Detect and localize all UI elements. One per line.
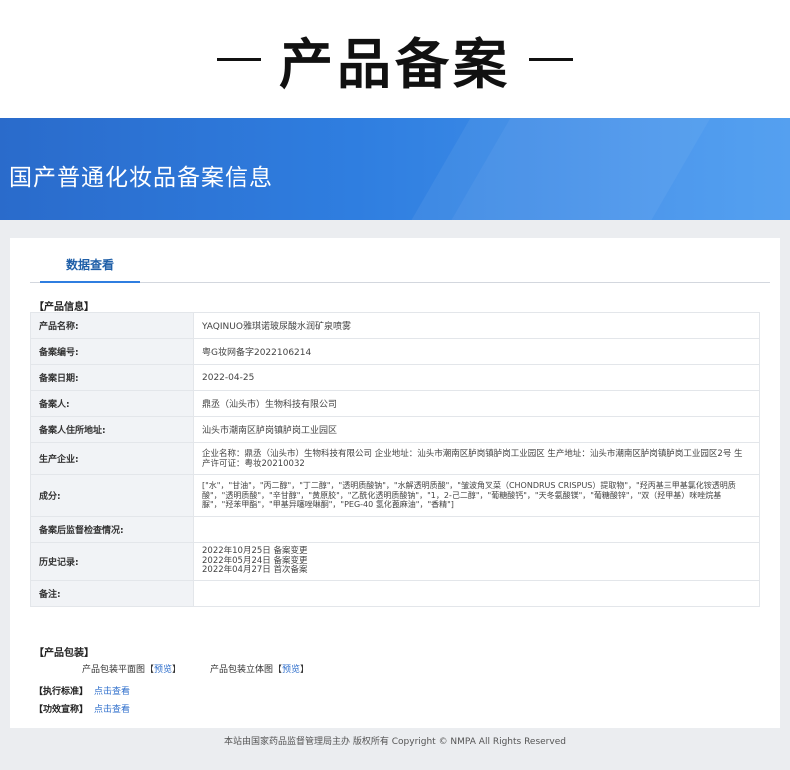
row-label: 备案后监督检查情况: [30,516,194,543]
standard-row: 【执行标准】 点击查看 [34,684,130,697]
history-value: 2022年10月25日 备案变更 2022年05月24日 备案变更 2022年0… [193,542,760,581]
table-row: 备案人: 鼎丞（汕头市）生物科技有限公司 [30,390,760,417]
content-area: 数据查看 【产品信息】 产品名称: YAQINUO雅琪诺玻尿酸水润矿泉喷雾 备案… [0,220,790,770]
bracket-open: 【 [145,665,155,675]
preview-flat-link[interactable]: 预览 [154,665,172,675]
ingredients-value: ["水"，"甘油"，"丙二醇"，"丁二醇"，"透明质酸钠"，"水解透明质酸"，"… [193,474,760,517]
left-dash [217,57,261,61]
table-row: 历史记录: 2022年10月25日 备案变更 2022年05月24日 备案变更 … [30,542,760,581]
tab-bar: 数据查看 [30,256,770,283]
row-label: 备案编号: [30,338,194,365]
bracket-close: 】 [300,665,310,675]
remarks-value [193,580,760,607]
row-label: 备案人住所地址: [30,416,194,443]
registrant-address-value: 汕头市潮南区胪岗镇胪岗工业园区 [193,416,760,443]
efficacy-label: 【功效宣称】 [34,705,89,715]
packaging-item: 产品包装平面图【预览】 [82,662,181,675]
inspection-value [193,516,760,543]
packaging-label: 【产品包装】 [34,648,94,659]
data-card: 数据查看 【产品信息】 产品名称: YAQINUO雅琪诺玻尿酸水润矿泉喷雾 备案… [10,238,780,728]
history-entry: 2022年04月27日 首次备案 [202,565,308,576]
view-standard-link[interactable]: 点击查看 [94,687,130,697]
filing-date-value: 2022-04-25 [193,364,760,391]
packaging-item: 产品包装立体图【预览】 [210,662,309,675]
manufacturer-value: 企业名称：鼎丞（汕头市）生物科技有限公司 企业地址：汕头市潮南区胪岗镇胪岗工业园… [193,442,760,475]
row-label: 历史记录: [30,542,194,581]
registrant-value: 鼎丞（汕头市）生物科技有限公司 [193,390,760,417]
row-label: 生产企业: [30,442,194,475]
page-header: 产品备案 [0,0,790,118]
product-info-table: 产品名称: YAQINUO雅琪诺玻尿酸水润矿泉喷雾 备案编号: 粤G妆网备字20… [30,312,760,607]
row-label: 备案人: [30,390,194,417]
table-row: 备案后监督检查情况: [30,516,760,543]
standard-label: 【执行标准】 [34,687,89,697]
table-row: 备注: [30,580,760,607]
table-row: 成分: ["水"，"甘油"，"丙二醇"，"丁二醇"，"透明质酸钠"，"水解透明质… [30,474,760,517]
view-efficacy-link[interactable]: 点击查看 [94,705,130,715]
table-row: 备案编号: 粤G妆网备字2022106214 [30,338,760,365]
footer-text: 本站由国家药品监督管理局主办 版权所有 Copyright © NMPA All… [224,737,566,747]
banner: 国产普通化妆品备案信息 [0,118,790,220]
right-dash [529,57,573,61]
preview-3d-link[interactable]: 预览 [282,665,300,675]
table-row: 备案日期: 2022-04-25 [30,364,760,391]
packaging-flat-label: 产品包装平面图 [82,665,146,675]
product-name-value: YAQINUO雅琪诺玻尿酸水润矿泉喷雾 [193,312,760,339]
row-label: 备案日期: [30,364,194,391]
table-row: 产品名称: YAQINUO雅琪诺玻尿酸水润矿泉喷雾 [30,312,760,339]
filing-number-value: 粤G妆网备字2022106214 [193,338,760,365]
table-row: 生产企业: 企业名称：鼎丞（汕头市）生物科技有限公司 企业地址：汕头市潮南区胪岗… [30,442,760,475]
bracket-close: 】 [172,665,182,675]
row-label: 成分: [30,474,194,517]
packaging-3d-label: 产品包装立体图 [210,665,274,675]
page-title: 产品备案 [279,32,511,96]
row-label: 备注: [30,580,194,607]
table-row: 备案人住所地址: 汕头市潮南区胪岗镇胪岗工业园区 [30,416,760,443]
row-label: 产品名称: [30,312,194,339]
product-info-label: 【产品信息】 [34,302,94,313]
bracket-open: 【 [273,665,283,675]
efficacy-row: 【功效宣称】 点击查看 [34,702,130,715]
tab-data-view[interactable]: 数据查看 [40,256,140,283]
banner-title: 国产普通化妆品备案信息 [9,165,273,191]
